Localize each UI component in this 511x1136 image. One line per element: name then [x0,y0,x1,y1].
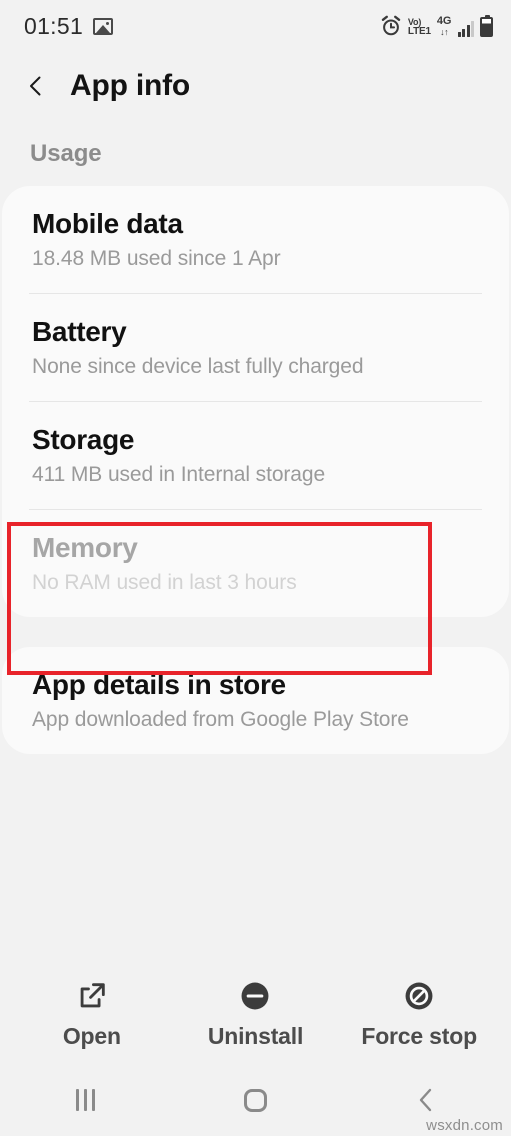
network-type-indicator: 4G ↓↑ [437,16,452,37]
usage-row-memory: Memory No RAM used in last 3 hours [2,510,509,617]
phone-screen: 01:51 Vo) LTE1 4G ↓↑ App info Usage Mobi… [0,0,511,1136]
store-row-app-details[interactable]: App details in store App downloaded from… [2,647,509,754]
store-row-subtitle: App downloaded from Google Play Store [32,708,409,732]
uninstall-button[interactable]: Uninstall [195,979,315,1050]
usage-row-title: Storage [32,424,135,456]
open-button-label: Open [62,1022,121,1049]
app-header: App info [0,52,511,120]
usage-row-battery[interactable]: Battery None since device last fully cha… [2,294,509,401]
section-label-usage: Usage [0,120,511,186]
status-bar-right: Vo) LTE1 4G ↓↑ [380,15,493,37]
usage-row-title: Battery [32,316,127,348]
recents-icon [75,1089,95,1111]
usage-row-subtitle: 411 MB used in Internal storage [32,463,326,487]
usage-row-storage[interactable]: Storage 411 MB used in Internal storage [2,402,509,509]
usage-row-mobile-data[interactable]: Mobile data 18.48 MB used since 1 Apr [2,186,509,293]
action-bar: Open Uninstall Force stop [0,968,511,1064]
system-navigation-bar: wsxdn.com [0,1064,511,1136]
home-icon [243,1088,267,1112]
alarm-icon [380,15,402,37]
nav-back-icon [415,1087,437,1113]
watermark: wsxdn.com [426,1117,503,1134]
usage-row-subtitle: 18.48 MB used since 1 Apr [32,247,281,271]
volte-bottom-label: LTE1 [407,26,431,37]
force-stop-button-label: Force stop [361,1022,477,1049]
status-bar: 01:51 Vo) LTE1 4G ↓↑ [0,0,511,52]
usage-row-title: Memory [32,532,138,564]
prohibition-circle-icon [402,979,436,1013]
battery-icon [480,15,493,37]
store-row-title: App details in store [32,669,286,701]
minus-circle-icon [238,979,272,1013]
content-area: Mobile data 18.48 MB used since 1 Apr Ba… [0,186,511,968]
network-label: 4G [436,15,452,27]
open-button[interactable]: Open [32,979,152,1050]
force-stop-button[interactable]: Force stop [359,979,479,1050]
image-icon [93,17,114,35]
usage-card: Mobile data 18.48 MB used since 1 Apr Ba… [2,186,509,618]
signal-bars-icon [457,20,474,37]
volte-indicator: Vo) LTE1 [408,18,431,37]
status-clock: 01:51 [24,12,84,39]
open-in-new-icon [75,979,109,1013]
data-arrows-icon: ↓↑ [440,27,449,37]
back-chevron-icon[interactable] [24,74,48,98]
usage-row-title: Mobile data [32,208,183,239]
status-bar-left: 01:51 [24,12,114,40]
nav-home-button[interactable] [220,1075,290,1125]
usage-row-subtitle: No RAM used in last 3 hours [32,571,297,595]
nav-recents-button[interactable] [50,1075,120,1125]
store-card: App details in store App downloaded from… [2,647,509,755]
uninstall-button-label: Uninstall [207,1022,304,1049]
usage-row-subtitle: None since device last fully charged [32,355,364,379]
page-title: App info [70,69,191,102]
